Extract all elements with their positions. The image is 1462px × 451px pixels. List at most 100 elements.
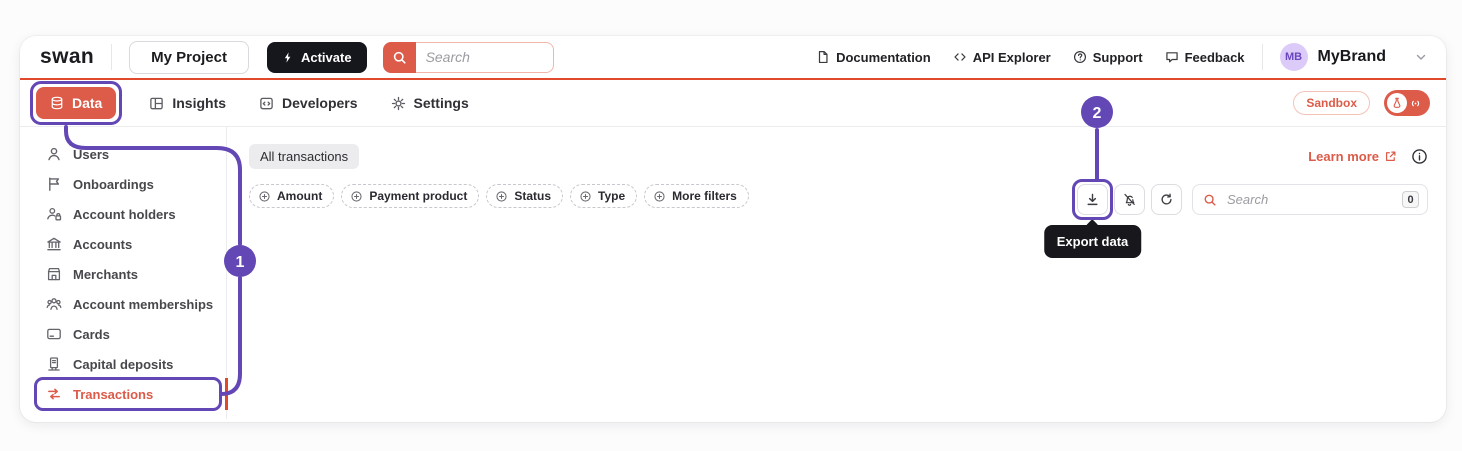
filter-label: Type (598, 189, 626, 203)
filter-label: Status (514, 189, 552, 203)
sidebar-item-account-memberships[interactable]: Account memberships (20, 289, 226, 319)
export-button[interactable] (1077, 184, 1108, 215)
filter-status[interactable]: Status (486, 184, 564, 208)
data-tab-annotated: Data (30, 81, 123, 125)
sidebar-label: Account memberships (73, 296, 214, 312)
panel-header-right: Learn more (1308, 148, 1428, 165)
user-lock-icon (46, 206, 62, 222)
learn-more-link[interactable]: Learn more (1308, 149, 1397, 164)
sidebar-item-cards[interactable]: Cards (20, 319, 226, 349)
global-search-input[interactable] (415, 41, 554, 73)
transactions-search-input[interactable] (1225, 191, 1394, 208)
sidebar-label: Transactions (73, 386, 154, 402)
sidebar-item-account-holders[interactable]: Account holders (20, 199, 226, 229)
learn-more-label: Learn more (1308, 149, 1379, 164)
export-tooltip: Export data (1043, 225, 1142, 258)
sidebar-item-capital-deposits[interactable]: Capital deposits (20, 349, 226, 379)
plus-circle-icon (653, 190, 666, 203)
sidebar-label: Merchants (73, 266, 139, 282)
search-icon[interactable] (382, 41, 416, 73)
tab-insights[interactable]: Insights (149, 95, 226, 111)
data-sidebar: Users Onboardings Account holders Accoun… (20, 127, 228, 419)
tab-settings-label: Settings (413, 95, 469, 111)
insights-icon (149, 96, 164, 111)
feedback-link[interactable]: Feedback (1165, 50, 1245, 65)
bank-icon (46, 236, 62, 252)
tab-insights-label: Insights (172, 95, 227, 111)
filter-label: More filters (672, 189, 737, 203)
group-icon (46, 296, 62, 312)
help-icon (1073, 50, 1087, 64)
database-icon (50, 96, 64, 110)
bell-off-icon (1122, 192, 1137, 207)
info-icon[interactable] (1411, 148, 1428, 165)
refresh-icon (1159, 192, 1174, 207)
activate-label: Activate (300, 49, 352, 65)
top-bar: swan My Project Activate Documentation (20, 36, 1446, 80)
divider (111, 44, 113, 70)
plus-circle-icon (350, 190, 363, 203)
global-search (382, 41, 554, 73)
environment-toggle[interactable] (1384, 90, 1430, 116)
support-link[interactable]: Support (1073, 50, 1143, 65)
export-button-annotated: Export data (1043, 179, 1142, 258)
tab-data[interactable]: Data (36, 87, 117, 119)
filter-label: Amount (277, 189, 323, 203)
app-window: swan My Project Activate Documentation (20, 36, 1446, 422)
filter-type[interactable]: Type (570, 184, 638, 208)
project-selector-button[interactable]: My Project (129, 40, 249, 74)
api-explorer-link[interactable]: API Explorer (953, 50, 1051, 65)
filter-payment-product[interactable]: Payment product (341, 184, 480, 208)
tab-developers-label: Developers (282, 95, 358, 111)
code-icon (953, 50, 967, 64)
flask-icon (1387, 93, 1407, 113)
plus-circle-icon (579, 190, 592, 203)
tab-all-transactions[interactable]: All transactions (249, 144, 360, 169)
avatar: MB (1279, 43, 1308, 71)
panel-header: All transactions Learn more (249, 144, 1428, 169)
sidebar-item-onboardings[interactable]: Onboardings (20, 169, 226, 199)
developers-icon (259, 96, 274, 111)
filter-label: Payment product (369, 189, 468, 203)
capital-deposit-icon (46, 356, 62, 372)
sidebar-item-transactions[interactable]: Transactions (20, 377, 228, 411)
search-result-count: 0 (1402, 191, 1419, 208)
user-icon (46, 146, 62, 162)
sidebar-item-merchants[interactable]: Merchants (20, 259, 226, 289)
plus-circle-icon (258, 190, 271, 203)
feedback-label: Feedback (1184, 49, 1245, 65)
sandbox-badge: Sandbox (1293, 91, 1370, 115)
chat-icon (1165, 50, 1179, 64)
filter-amount[interactable]: Amount (249, 184, 335, 208)
transactions-search[interactable]: 0 (1192, 184, 1428, 215)
swan-logo: swan (40, 45, 95, 68)
transactions-panel: All transactions Learn more Amount Payme… (227, 127, 1446, 419)
tab-settings[interactable]: Settings (391, 95, 469, 111)
sidebar-label: Cards (73, 326, 110, 342)
tab-developers[interactable]: Developers (259, 95, 358, 111)
refresh-button[interactable] (1151, 184, 1182, 215)
chevron-down-icon (1414, 50, 1428, 64)
bolt-icon (282, 51, 294, 64)
api-explorer-label: API Explorer (972, 49, 1051, 65)
sidebar-label: Users (73, 146, 110, 162)
account-menu[interactable]: MB MyBrand (1279, 43, 1428, 71)
search-icon (1203, 193, 1217, 207)
settings-gear-icon (391, 96, 406, 111)
flag-icon (46, 176, 62, 192)
sidebar-item-users[interactable]: Users (20, 139, 226, 169)
filter-more-filters[interactable]: More filters (644, 184, 749, 208)
filters-toolbar: Amount Payment product Status Type More … (249, 179, 1428, 258)
store-icon (46, 266, 62, 282)
sidebar-label: Accounts (73, 236, 133, 252)
transactions-icon (46, 386, 62, 402)
documentation-link[interactable]: Documentation (816, 50, 931, 65)
notifications-off-button[interactable] (1114, 184, 1145, 215)
sidebar-label: Onboardings (73, 176, 154, 192)
support-label: Support (1092, 49, 1143, 65)
section-nav: Data Insights Developers Settings Sandbo… (20, 80, 1446, 127)
tab-data-label: Data (72, 95, 103, 111)
activate-button[interactable]: Activate (266, 41, 367, 73)
account-name: MyBrand (1317, 48, 1386, 65)
sidebar-item-accounts[interactable]: Accounts (20, 229, 226, 259)
